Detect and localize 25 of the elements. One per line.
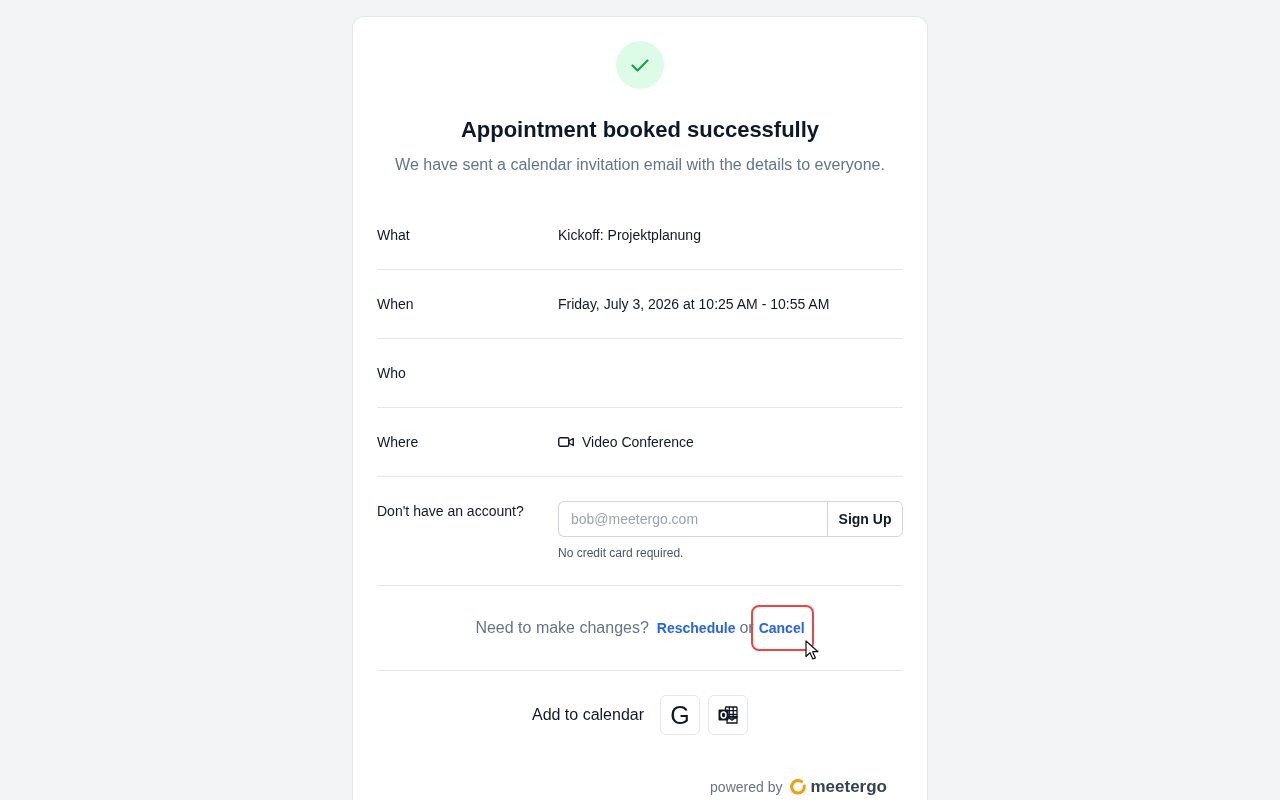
add-to-calendar-label: Add to calendar [531, 705, 645, 725]
detail-label: What [377, 226, 410, 245]
success-check-icon [616, 41, 664, 89]
detail-value: Kickoff: Projektplanung [558, 226, 701, 245]
ring-logo-icon [790, 779, 807, 795]
detail-label: When [377, 295, 414, 314]
brand-name: meetergo [810, 777, 887, 797]
calendar-grid-icon [718, 706, 739, 724]
changes-prompt: Need to make changes? [475, 619, 649, 636]
powered-by-text: powered by [710, 778, 783, 797]
confirmation-subtitle: We have sent a calendar invitation email with the details to everyone. [395, 155, 885, 175]
detail-value: Friday, July 3, 2026 at 10:25 AM - 10:55 AM [558, 295, 830, 314]
confirmation-title: Appointment booked successfully [460, 116, 820, 144]
signup-note: No credit card required. [558, 545, 684, 561]
mouse-pointer-icon [804, 640, 819, 660]
detail-value: Video Conference [582, 433, 694, 452]
change-link[interactable]: Cancel [758, 620, 805, 636]
calendar-button[interactable] [708, 695, 749, 735]
detail-label: Where [377, 433, 419, 452]
change-link[interactable]: Reschedule [656, 620, 736, 636]
video-camera-icon [558, 436, 574, 448]
signup-prompt: Don't have an account? [377, 502, 524, 521]
calendar-button[interactable]: G [660, 695, 701, 735]
sign-up-button[interactable]: Sign Up [827, 501, 903, 537]
email-field[interactable]: bob@meetergo.com [558, 501, 827, 537]
